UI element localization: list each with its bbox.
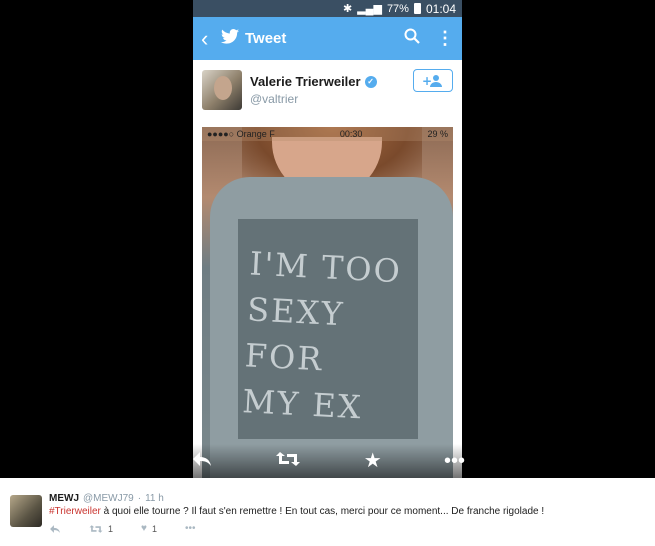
twitter-bird-icon <box>221 28 239 49</box>
bluetooth-icon: ✱ <box>343 3 353 15</box>
verified-badge-icon: ✓ <box>364 75 377 88</box>
add-user-icon: + <box>422 74 442 88</box>
back-icon[interactable]: ‹ <box>201 26 215 52</box>
app-bar-title: Tweet <box>245 30 287 47</box>
reply-timestamp[interactable]: 11 h <box>145 493 164 504</box>
status-bar: ✱ ▂▄▆ 77% 01:04 <box>193 0 462 17</box>
user-handle[interactable]: @valtrier <box>250 92 298 106</box>
signal-icon: ▂▄▆ <box>357 3 382 15</box>
reply-icon <box>50 524 60 533</box>
tweet-card: Valerie Trierweiler ✓ @valtrier + ●●●●○ … <box>193 60 462 478</box>
retweet-icon[interactable] <box>275 450 301 472</box>
display-name[interactable]: Valerie Trierweiler <box>250 74 361 89</box>
reply-actions: 1 ♥ 1 ••• <box>49 523 223 534</box>
reply-author-name[interactable]: MEWJ <box>49 493 79 504</box>
retweet-count: 1 <box>108 523 114 534</box>
hashtag-link[interactable]: #Trierweiler <box>49 506 101 517</box>
reply-author-handle[interactable]: @MEWJ79 <box>83 493 134 504</box>
clock: 01:04 <box>425 1 456 16</box>
retweet-button[interactable]: 1 <box>89 524 113 534</box>
more-dots-icon: ••• <box>184 523 196 534</box>
avatar[interactable] <box>10 495 42 527</box>
reply-text: #Trierweiler à quoi elle tourne ? Il fau… <box>49 506 545 517</box>
battery-percent: 77% <box>386 2 409 15</box>
avatar[interactable] <box>202 70 242 110</box>
search-icon[interactable] <box>404 28 420 49</box>
retweet-icon <box>89 524 103 533</box>
favorite-star-icon[interactable]: ★ <box>364 451 382 471</box>
more-options-icon[interactable]: ••• <box>444 451 465 471</box>
overflow-menu-icon[interactable]: ⋮ <box>436 28 454 49</box>
heart-icon: ♥ <box>141 523 147 534</box>
photo-status-bar: ●●●●○ Orange F 00:30 29 % <box>202 127 453 141</box>
tweet-action-bar: ★ ••• <box>183 444 473 478</box>
phone-screenshot: ✱ ▂▄▆ 77% 01:04 ‹ Tweet ⋮ Valerie Trierw… <box>193 0 462 478</box>
follow-button[interactable]: + <box>413 69 453 92</box>
tweet-photo[interactable]: ●●●●○ Orange F 00:30 29 % I'M TOO SEXY F… <box>202 127 453 478</box>
reply-icon[interactable] <box>191 450 213 472</box>
screen: ✱ ▂▄▆ 77% 01:04 ‹ Tweet ⋮ Valerie Trierw… <box>0 0 655 546</box>
battery-icon <box>413 3 421 14</box>
shirt-print-text: I'M TOO SEXY FOR MY EX <box>241 244 403 427</box>
like-count: 1 <box>151 523 157 534</box>
more-button[interactable]: ••• <box>185 523 196 534</box>
reply-tweet: MEWJ @MEWJ79 · 11 h #Trierweiler à quoi … <box>0 478 655 546</box>
app-bar: ‹ Tweet ⋮ <box>193 17 462 60</box>
like-button[interactable]: ♥ 1 <box>141 523 157 534</box>
reply-button[interactable] <box>49 524 61 534</box>
